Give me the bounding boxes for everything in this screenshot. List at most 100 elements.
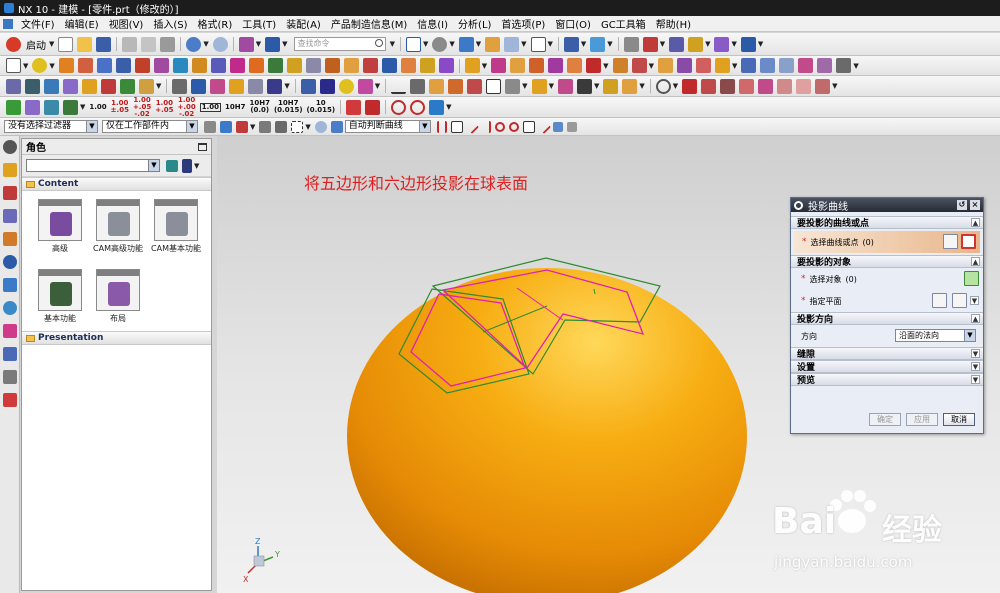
orient-view-icon[interactable]	[458, 36, 474, 52]
info-window-icon[interactable]	[265, 36, 281, 52]
transform-dropdown-icon[interactable]: ▼	[731, 40, 736, 48]
search-dropdown-icon[interactable]: ▼	[390, 40, 395, 48]
trim-body-icon[interactable]	[381, 58, 397, 73]
part-navigator-icon[interactable]	[3, 209, 17, 223]
menu-information[interactable]: 信息(I)	[412, 16, 453, 31]
save-icon[interactable]	[96, 36, 112, 52]
menu-icon[interactable]	[3, 18, 13, 29]
chamfer-icon[interactable]	[362, 58, 378, 73]
transform-icon[interactable]	[714, 36, 730, 52]
cut-icon[interactable]	[122, 36, 138, 52]
bridge-curve-icon[interactable]	[429, 78, 445, 94]
background-dropdown-icon[interactable]: ▼	[548, 40, 553, 48]
lasso-select-icon[interactable]	[275, 120, 288, 133]
slot-icon[interactable]	[210, 58, 226, 73]
update-icon[interactable]	[429, 99, 445, 115]
extension-icon[interactable]	[676, 58, 692, 73]
chevron-down-icon[interactable]: ▼	[970, 296, 979, 305]
snap-midpoint-icon[interactable]	[481, 120, 491, 133]
assembly-navigator-icon[interactable]	[3, 163, 17, 177]
system-scenes-icon[interactable]	[3, 370, 17, 384]
offset-curve-icon[interactable]	[410, 78, 426, 94]
repeat-dropdown-icon[interactable]: ▼	[256, 40, 261, 48]
constraints-icon[interactable]	[63, 78, 78, 94]
section-direction-header[interactable]: 投影方向 ▲	[791, 312, 983, 325]
specify-plane-row[interactable]: * 指定平面 ▼	[791, 290, 983, 312]
format-fit[interactable]: 10H7	[225, 103, 245, 111]
chevron-down-icon[interactable]: ▼	[971, 375, 980, 384]
sketch-section-icon[interactable]	[943, 234, 958, 249]
pattern-icon[interactable]	[419, 58, 435, 73]
paste-icon[interactable]	[160, 36, 176, 52]
part-family-icon[interactable]	[229, 78, 245, 94]
tolerance-icon[interactable]	[576, 78, 592, 94]
chevron-down-icon[interactable]: ▼	[971, 362, 980, 371]
role-layout[interactable]: 布局	[90, 269, 146, 323]
menu-window[interactable]: 窗口(O)	[550, 16, 596, 31]
chevron-down-icon[interactable]: ▼	[86, 121, 97, 132]
fastener-icon[interactable]	[622, 78, 638, 94]
start-icon[interactable]	[6, 36, 21, 52]
section-preview-header[interactable]: 预览 ▼	[791, 373, 983, 386]
select-curves-row[interactable]: * 选择曲线或点 (0)	[794, 231, 980, 253]
feature-select-icon[interactable]	[236, 120, 248, 133]
sketch-icon[interactable]	[6, 58, 21, 73]
command-search-input[interactable]: 查找命令	[293, 37, 386, 51]
snap-center-icon[interactable]	[494, 121, 505, 132]
offset-face-icon[interactable]	[286, 58, 302, 73]
update-dropdown-icon[interactable]: ▼	[446, 103, 451, 111]
boolean-icon[interactable]	[115, 58, 131, 73]
render-style-icon[interactable]	[432, 36, 448, 52]
role-save-icon[interactable]	[182, 158, 192, 173]
ruled-icon[interactable]	[567, 58, 583, 73]
rectangle-icon[interactable]	[777, 78, 793, 94]
search-icon[interactable]	[374, 39, 383, 47]
arc-icon[interactable]	[701, 78, 717, 94]
start-dropdown-icon[interactable]: ▼	[49, 40, 54, 48]
menu-tools[interactable]: 工具(T)	[237, 16, 281, 31]
pen-icon[interactable]	[319, 78, 335, 94]
cancel-button[interactable]: 取消	[943, 413, 975, 426]
history-icon[interactable]	[3, 278, 17, 292]
redo-icon[interactable]	[212, 36, 228, 52]
menu-file[interactable]: 文件(F)	[16, 16, 60, 31]
process-studio-icon[interactable]	[3, 301, 17, 315]
format-unilateral-plus[interactable]: 1.00 +.05	[155, 100, 173, 114]
menu-pmi[interactable]: 产品制造信息(M)	[326, 16, 412, 31]
sketch-dropdown-icon[interactable]: ▼	[23, 62, 28, 70]
intersection-curve-icon[interactable]	[505, 78, 521, 94]
snap-options-icon[interactable]	[566, 121, 577, 132]
undo-icon[interactable]	[186, 36, 202, 52]
role-cam-basic[interactable]: CAM基本功能	[148, 199, 204, 253]
chevron-up-icon[interactable]: ▲	[971, 314, 980, 323]
n-sided-icon[interactable]	[529, 58, 545, 73]
patch-icon[interactable]	[631, 58, 647, 73]
dimension-dropdown-icon[interactable]: ▼	[758, 40, 763, 48]
section-curves-header[interactable]: 要投影的曲线或点 ▲	[791, 216, 983, 229]
format-basic[interactable]: 1.00	[199, 102, 222, 112]
clearance-icon[interactable]	[139, 78, 154, 94]
sequence-icon[interactable]	[120, 78, 135, 94]
menu-analysis[interactable]: 分析(L)	[453, 16, 496, 31]
start-button-label[interactable]: 启动	[26, 37, 46, 52]
render-icon[interactable]	[357, 78, 373, 94]
check-icon[interactable]	[6, 99, 21, 115]
copy-icon[interactable]	[141, 36, 157, 52]
patch-dropdown-icon[interactable]: ▼	[649, 62, 654, 70]
through-curves-icon[interactable]	[491, 58, 507, 73]
curve-rule-select[interactable]: 自动判断曲线 ▼	[344, 120, 431, 133]
repeat-command-icon[interactable]	[238, 36, 254, 52]
curve-ops-dropdown-icon[interactable]: ▼	[522, 82, 527, 90]
format-unilateral-minus[interactable]: 1.00 +.00 -.02	[177, 97, 195, 117]
layer-dropdown-icon[interactable]: ▼	[521, 40, 526, 48]
sweep-icon[interactable]	[96, 58, 112, 73]
direction-select[interactable]: 沿面的法向 ▼	[895, 329, 976, 342]
chevron-up-icon[interactable]: ▲	[971, 218, 980, 227]
point-dropdown-icon[interactable]: ▼	[49, 62, 54, 70]
system-materials-icon[interactable]	[3, 347, 17, 361]
thread-icon[interactable]	[267, 58, 283, 73]
body-select-icon[interactable]	[330, 120, 343, 133]
menu-insert[interactable]: 插入(S)	[148, 16, 192, 31]
render-dropdown-icon[interactable]: ▼	[449, 40, 454, 48]
add-component-icon[interactable]	[25, 78, 40, 94]
